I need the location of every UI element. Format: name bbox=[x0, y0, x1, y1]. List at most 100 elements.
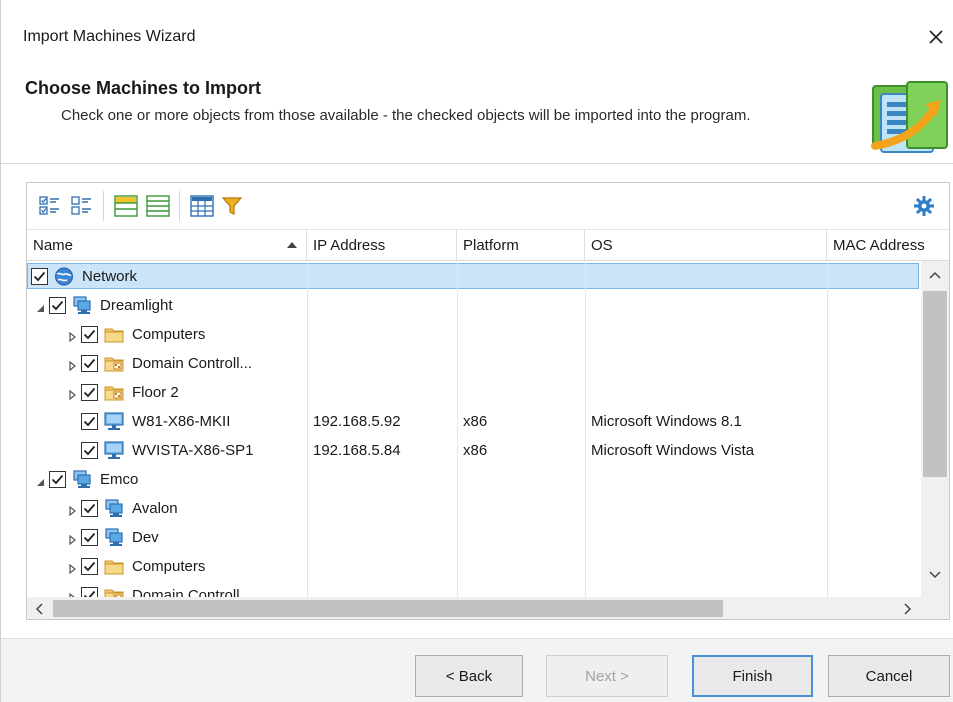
settings-button[interactable] bbox=[911, 193, 937, 219]
checkmark-icon bbox=[83, 358, 96, 369]
row-platform: x86 bbox=[463, 413, 488, 430]
filter-button[interactable] bbox=[219, 193, 245, 219]
table-row[interactable]: Computers bbox=[27, 552, 921, 581]
row-checkbox[interactable] bbox=[81, 558, 98, 575]
scroll-left-button[interactable] bbox=[27, 597, 51, 619]
page-description: Check one or more objects from those ava… bbox=[61, 107, 751, 124]
row-checkbox[interactable] bbox=[81, 326, 98, 343]
grid-line bbox=[827, 552, 828, 581]
close-button[interactable] bbox=[919, 22, 953, 52]
uncheck-all-button[interactable] bbox=[69, 193, 95, 219]
table-row[interactable]: Network bbox=[27, 262, 921, 291]
scrollbar-corner bbox=[921, 597, 949, 619]
grid-line bbox=[827, 291, 828, 320]
row-name: Domain Controll... bbox=[132, 355, 253, 372]
column-header-os[interactable]: OS bbox=[585, 230, 827, 261]
row-checkbox[interactable] bbox=[81, 355, 98, 372]
grid-line bbox=[307, 436, 308, 465]
checkmark-icon bbox=[83, 387, 96, 398]
page-title: Choose Machines to Import bbox=[25, 78, 262, 98]
gear-icon bbox=[914, 196, 934, 216]
finish-button[interactable]: Finish bbox=[692, 655, 813, 697]
chevron-up-icon bbox=[929, 271, 941, 279]
horizontal-scroll-thumb[interactable] bbox=[53, 600, 723, 617]
table-row[interactable]: Emco bbox=[27, 465, 921, 494]
scroll-up-button[interactable] bbox=[921, 261, 949, 289]
row-checkbox[interactable] bbox=[81, 384, 98, 401]
grid-line bbox=[457, 494, 458, 523]
checkmark-icon bbox=[83, 561, 96, 572]
expand-toggle[interactable] bbox=[67, 329, 77, 343]
row-checkbox[interactable] bbox=[81, 442, 98, 459]
expand-toggle[interactable] bbox=[67, 561, 77, 575]
expand-groups-button[interactable] bbox=[113, 193, 139, 219]
table-row[interactable]: Computers bbox=[27, 320, 921, 349]
expand-toggle[interactable] bbox=[67, 503, 77, 517]
row-name: WVISTA-X86-SP1 bbox=[132, 442, 254, 459]
grid-line bbox=[457, 465, 458, 494]
back-button[interactable]: < Back bbox=[415, 655, 523, 697]
table-row[interactable]: WVISTA-X86-SP1 192.168.5.84 x86 Microsoft W… bbox=[27, 436, 921, 465]
collapsed-arrow-icon bbox=[69, 389, 76, 401]
vertical-scrollbar[interactable] bbox=[921, 261, 949, 597]
checkmark-icon bbox=[51, 300, 64, 311]
row-checkbox[interactable] bbox=[31, 268, 48, 285]
collapsed-arrow-icon bbox=[69, 360, 76, 372]
grid-line bbox=[585, 378, 586, 407]
column-header-name[interactable]: Name bbox=[27, 230, 307, 261]
grid-line bbox=[827, 436, 828, 465]
check-all-button[interactable] bbox=[37, 193, 63, 219]
toolbar-separator bbox=[179, 191, 180, 221]
table-row[interactable]: Floor 2 bbox=[27, 378, 921, 407]
table-row[interactable]: Domain Controll... bbox=[27, 349, 921, 378]
vertical-scroll-thumb[interactable] bbox=[923, 291, 947, 477]
title-bar: Import Machines Wizard bbox=[1, 0, 953, 70]
table-row[interactable]: Dreamlight bbox=[27, 291, 921, 320]
wizard-footer: < Back Next > Finish Cancel bbox=[1, 638, 953, 702]
grid-line bbox=[307, 494, 308, 523]
grid-line bbox=[457, 523, 458, 552]
row-checkbox[interactable] bbox=[49, 471, 66, 488]
column-header-mac-address[interactable]: MAC Address bbox=[827, 230, 949, 261]
collapse-groups-button[interactable] bbox=[145, 193, 171, 219]
horizontal-scrollbar[interactable] bbox=[27, 597, 949, 619]
toolbar-separator bbox=[103, 191, 104, 221]
grid-line bbox=[307, 523, 308, 552]
grid-line bbox=[457, 291, 458, 320]
expand-toggle[interactable] bbox=[67, 358, 77, 372]
row-checkbox[interactable] bbox=[81, 500, 98, 517]
computer-icon bbox=[104, 412, 124, 431]
collapse-toggle[interactable] bbox=[35, 300, 45, 312]
column-header-row: Name IP Address Platform OS MAC Address bbox=[27, 229, 949, 261]
table-row[interactable]: W81-X86-MKII 192.168.5.92 x86 Microsoft Win… bbox=[27, 407, 921, 436]
row-checkbox[interactable] bbox=[81, 413, 98, 430]
collapse-toggle[interactable] bbox=[35, 474, 45, 486]
table-row[interactable]: Avalon bbox=[27, 494, 921, 523]
next-button[interactable]: Next > bbox=[546, 655, 668, 697]
row-highlight bbox=[27, 524, 919, 550]
workgroup-icon bbox=[104, 528, 124, 547]
grid-line bbox=[585, 465, 586, 494]
expand-toggle[interactable] bbox=[67, 387, 77, 401]
grid-line bbox=[827, 407, 828, 436]
grid-line bbox=[307, 378, 308, 407]
table-row[interactable]: Dev bbox=[27, 523, 921, 552]
import-machines-wizard-window: Import Machines Wizard Choose Machines t… bbox=[0, 0, 953, 702]
grid-line bbox=[457, 349, 458, 378]
row-checkbox[interactable] bbox=[49, 297, 66, 314]
grid-line bbox=[585, 552, 586, 581]
checkmark-icon bbox=[83, 503, 96, 514]
column-chooser-button[interactable] bbox=[189, 193, 215, 219]
folder-icon bbox=[104, 325, 124, 344]
scroll-down-button[interactable] bbox=[921, 561, 949, 589]
column-header-ip-address[interactable]: IP Address bbox=[307, 230, 457, 261]
cancel-button[interactable]: Cancel bbox=[828, 655, 950, 697]
expand-toggle[interactable] bbox=[67, 532, 77, 546]
chevron-right-icon bbox=[904, 602, 912, 615]
column-header-platform[interactable]: Platform bbox=[457, 230, 585, 261]
grid-line bbox=[585, 494, 586, 523]
scroll-right-button[interactable] bbox=[895, 597, 921, 619]
row-checkbox[interactable] bbox=[81, 529, 98, 546]
grid-line bbox=[827, 465, 828, 494]
grid-line bbox=[585, 436, 586, 465]
